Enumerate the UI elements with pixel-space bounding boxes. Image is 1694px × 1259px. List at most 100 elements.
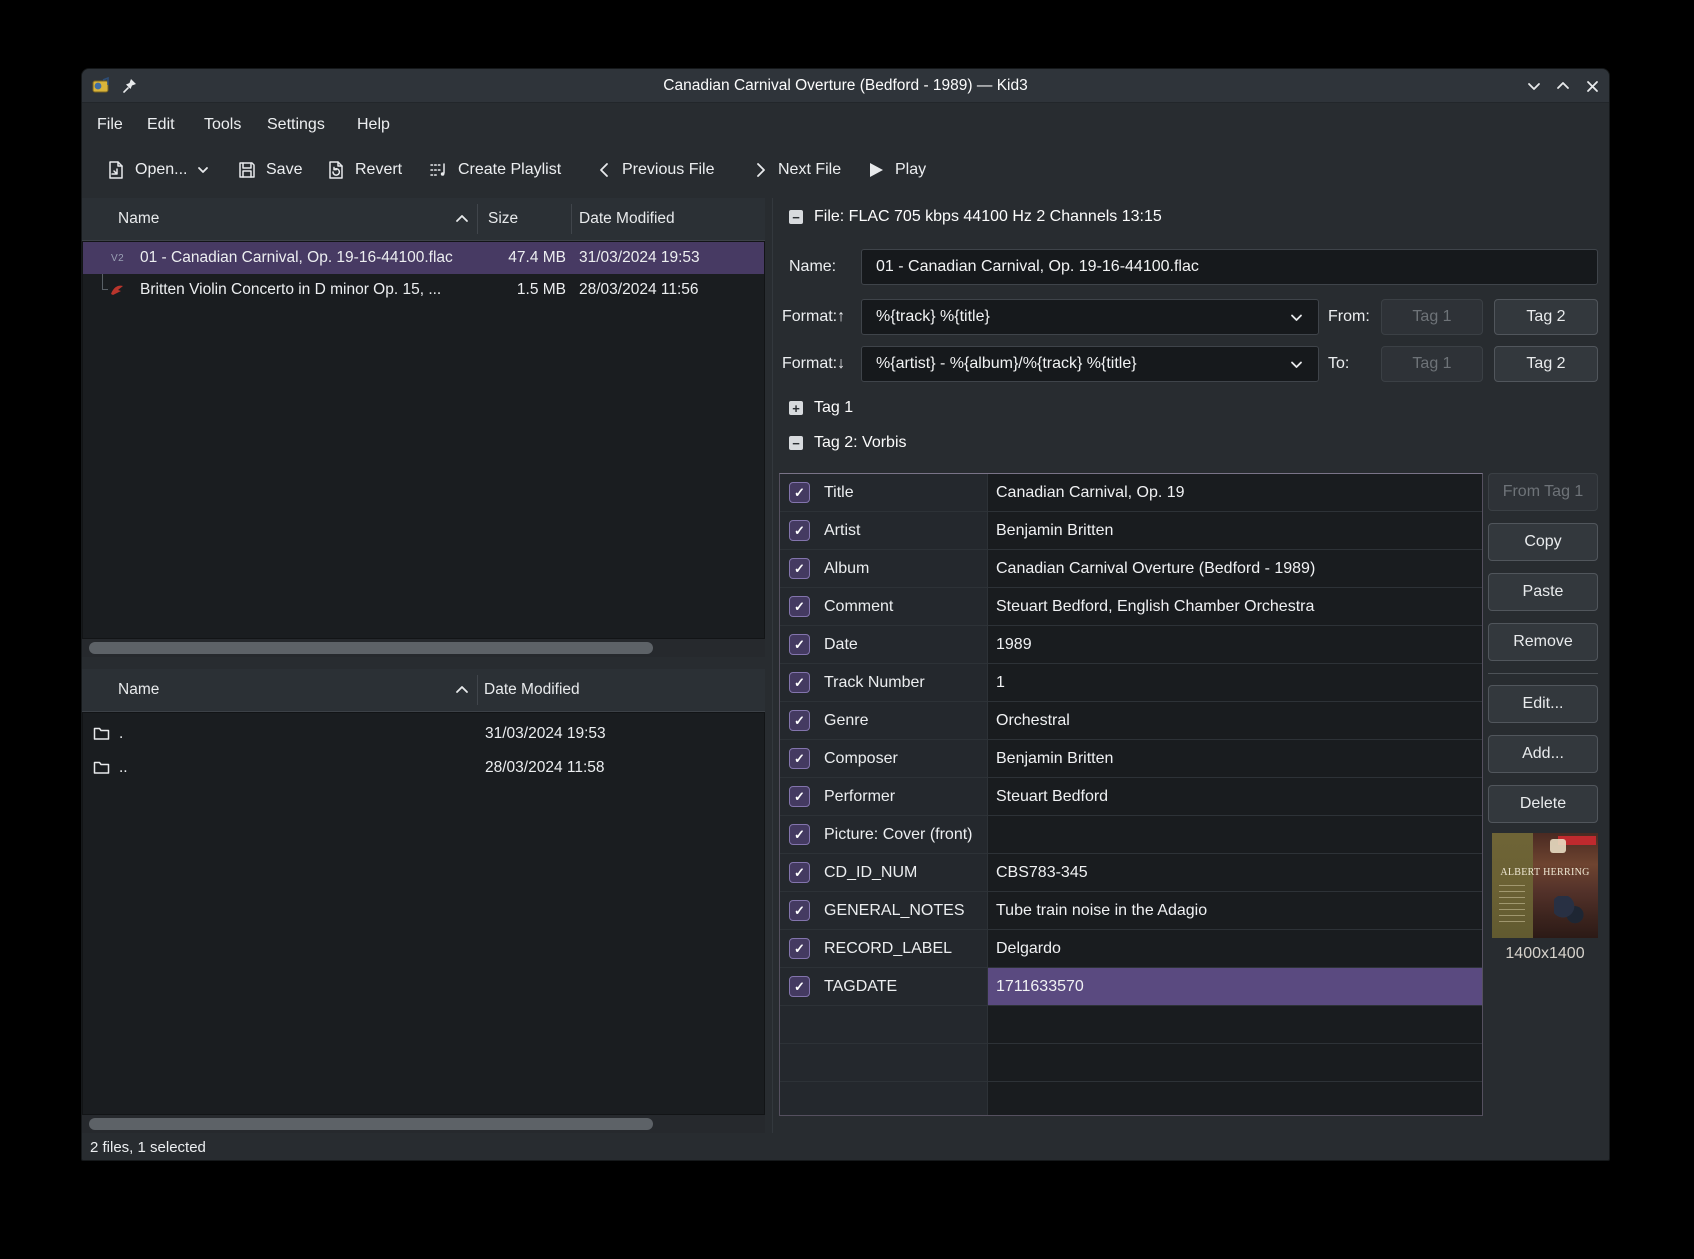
open-file-icon bbox=[106, 160, 126, 180]
tag-row-tagdate-selected[interactable]: ✓TAGDATE 1711633570 bbox=[780, 968, 1482, 1006]
checkbox-checked[interactable]: ✓ bbox=[789, 482, 810, 503]
folder-date: 28/03/2024 11:58 bbox=[485, 751, 605, 785]
collapse-icon[interactable]: − bbox=[789, 210, 803, 224]
file-col-name[interactable]: Name bbox=[118, 198, 159, 240]
open-label: Open... bbox=[135, 161, 187, 179]
format-to-filename-combobox[interactable]: %{artist} - %{album}/%{track} %{title} bbox=[861, 346, 1319, 382]
folder-list[interactable]: . 31/03/2024 19:53 .. 28/03/2024 11:58 bbox=[82, 712, 765, 1115]
paste-button[interactable]: Paste bbox=[1488, 573, 1598, 611]
file-list-header[interactable]: Name Size Date Modified bbox=[82, 198, 765, 241]
tag-row-cd-id-num[interactable]: ✓CD_ID_NUM CBS783-345 bbox=[780, 854, 1482, 892]
file-section-header[interactable]: − File: FLAC 705 kbps 44100 Hz 2 Channel… bbox=[789, 208, 1162, 226]
tag-row-genre[interactable]: ✓Genre Orchestral bbox=[780, 702, 1482, 740]
checkbox-checked[interactable]: ✓ bbox=[789, 672, 810, 693]
expand-icon[interactable]: + bbox=[789, 401, 803, 415]
checkbox-checked[interactable]: ✓ bbox=[789, 824, 810, 845]
folder-name[interactable]: .. bbox=[119, 751, 128, 785]
tag-row-record-label[interactable]: ✓RECORD_LABEL Delgardo bbox=[780, 930, 1482, 968]
checkbox-checked[interactable]: ✓ bbox=[789, 558, 810, 579]
folder-name[interactable]: . bbox=[119, 717, 123, 751]
chevron-right-icon bbox=[752, 161, 769, 179]
folder-col-date[interactable]: Date Modified bbox=[484, 669, 580, 711]
from-tag-1-button[interactable]: From Tag 1 bbox=[1488, 473, 1598, 511]
file-row[interactable]: Britten Violin Concerto in D minor Op. 1… bbox=[83, 274, 764, 306]
file-list[interactable]: V2 01 - Canadian Carnival, Op. 19-16-441… bbox=[82, 241, 765, 639]
chevron-down-icon bbox=[1289, 357, 1304, 372]
checkbox-checked[interactable]: ✓ bbox=[789, 520, 810, 541]
from-tag2-button[interactable]: Tag 2 bbox=[1494, 299, 1598, 335]
next-file-label: Next File bbox=[778, 161, 841, 179]
panel-splitter[interactable] bbox=[772, 198, 773, 1133]
save-button[interactable]: Save bbox=[237, 153, 302, 187]
tag-row-general-notes[interactable]: ✓GENERAL_NOTES Tube train noise in the A… bbox=[780, 892, 1482, 930]
file-name[interactable]: Britten Violin Concerto in D minor Op. 1… bbox=[140, 274, 441, 306]
file-col-date[interactable]: Date Modified bbox=[579, 198, 675, 240]
tag-row-album[interactable]: ✓Album Canadian Carnival Overture (Bedfo… bbox=[780, 550, 1482, 588]
folder-row-parent[interactable]: .. 28/03/2024 11:58 bbox=[83, 751, 764, 785]
checkbox-checked[interactable]: ✓ bbox=[789, 862, 810, 883]
maximize-button[interactable] bbox=[1551, 74, 1575, 98]
minimize-button[interactable] bbox=[1522, 74, 1546, 98]
checkbox-checked[interactable]: ✓ bbox=[789, 710, 810, 731]
create-playlist-button[interactable]: Create Playlist bbox=[428, 153, 561, 187]
close-button[interactable] bbox=[1580, 74, 1604, 98]
titlebar[interactable]: Canadian Carnival Overture (Bedford - 19… bbox=[82, 69, 1609, 103]
button-separator bbox=[1488, 673, 1598, 674]
format-from-filename-combobox[interactable]: %{track} %{title} bbox=[861, 299, 1319, 335]
checkbox-checked[interactable]: ✓ bbox=[789, 976, 810, 997]
revert-button[interactable]: Revert bbox=[326, 153, 402, 187]
tag-row-title[interactable]: ✓Title Canadian Carnival, Op. 19 bbox=[780, 474, 1482, 512]
tag-frame-table[interactable]: ✓Title Canadian Carnival, Op. 19 ✓Artist… bbox=[779, 473, 1483, 1116]
next-file-button[interactable]: Next File bbox=[752, 153, 841, 187]
checkbox-checked[interactable]: ✓ bbox=[789, 596, 810, 617]
folder-row-current[interactable]: . 31/03/2024 19:53 bbox=[83, 717, 764, 751]
checkbox-checked[interactable]: ✓ bbox=[789, 938, 810, 959]
file-name[interactable]: 01 - Canadian Carnival, Op. 19-16-44100.… bbox=[140, 242, 453, 274]
menu-file[interactable]: File bbox=[93, 112, 127, 138]
tag2-section-header[interactable]: − Tag 2: Vorbis bbox=[789, 434, 907, 452]
open-dropdown-chevron-icon[interactable] bbox=[196, 163, 210, 177]
revert-icon bbox=[326, 160, 346, 180]
checkbox-checked[interactable]: ✓ bbox=[789, 786, 810, 807]
previous-file-button[interactable]: Previous File bbox=[596, 153, 714, 187]
copy-button[interactable]: Copy bbox=[1488, 523, 1598, 561]
play-label: Play bbox=[895, 161, 926, 179]
collapse-icon[interactable]: − bbox=[789, 436, 803, 450]
name-label: Name: bbox=[789, 249, 836, 285]
save-icon bbox=[237, 160, 257, 180]
file-col-size[interactable]: Size bbox=[488, 198, 518, 240]
to-tag1-button[interactable]: Tag 1 bbox=[1381, 346, 1483, 382]
folder-list-hscrollbar[interactable] bbox=[82, 1115, 765, 1133]
tag-row-performer[interactable]: ✓Performer Steuart Bedford bbox=[780, 778, 1482, 816]
menu-edit[interactable]: Edit bbox=[143, 112, 179, 138]
menu-help[interactable]: Help bbox=[353, 112, 394, 138]
filename-input[interactable]: 01 - Canadian Carnival, Op. 19-16-44100.… bbox=[861, 249, 1598, 285]
open-button[interactable]: Open... bbox=[106, 153, 210, 187]
remove-button[interactable]: Remove bbox=[1488, 623, 1598, 661]
tag-row-track-number[interactable]: ✓Track Number 1 bbox=[780, 664, 1482, 702]
checkbox-checked[interactable]: ✓ bbox=[789, 900, 810, 921]
tag-row-artist[interactable]: ✓Artist Benjamin Britten bbox=[780, 512, 1482, 550]
add-button[interactable]: Add... bbox=[1488, 735, 1598, 773]
to-tag2-button[interactable]: Tag 2 bbox=[1494, 346, 1598, 382]
menu-settings[interactable]: Settings bbox=[263, 112, 329, 138]
folder-list-header[interactable]: Name Date Modified bbox=[82, 669, 765, 712]
format-down-value: %{artist} - %{album}/%{track} %{title} bbox=[876, 355, 1137, 373]
folder-col-name[interactable]: Name bbox=[118, 669, 159, 711]
tag-row-composer[interactable]: ✓Composer Benjamin Britten bbox=[780, 740, 1482, 778]
from-tag1-button[interactable]: Tag 1 bbox=[1381, 299, 1483, 335]
tag-row-date[interactable]: ✓Date 1989 bbox=[780, 626, 1482, 664]
file-list-hscrollbar[interactable] bbox=[82, 639, 765, 657]
play-button[interactable]: Play bbox=[866, 153, 926, 187]
tag-row-picture[interactable]: ✓Picture: Cover (front) bbox=[780, 816, 1482, 854]
checkbox-checked[interactable]: ✓ bbox=[789, 748, 810, 769]
tag-row-empty bbox=[780, 1006, 1482, 1044]
delete-button[interactable]: Delete bbox=[1488, 785, 1598, 823]
tag-row-comment[interactable]: ✓Comment Steuart Bedford, English Chambe… bbox=[780, 588, 1482, 626]
menu-tools[interactable]: Tools bbox=[200, 112, 245, 138]
checkbox-checked[interactable]: ✓ bbox=[789, 634, 810, 655]
tag1-section-header[interactable]: + Tag 1 bbox=[789, 399, 853, 417]
album-cover-thumbnail[interactable]: ALBERT HERRING bbox=[1492, 833, 1598, 938]
file-row-selected[interactable]: V2 01 - Canadian Carnival, Op. 19-16-441… bbox=[83, 242, 764, 274]
edit-button[interactable]: Edit... bbox=[1488, 685, 1598, 723]
